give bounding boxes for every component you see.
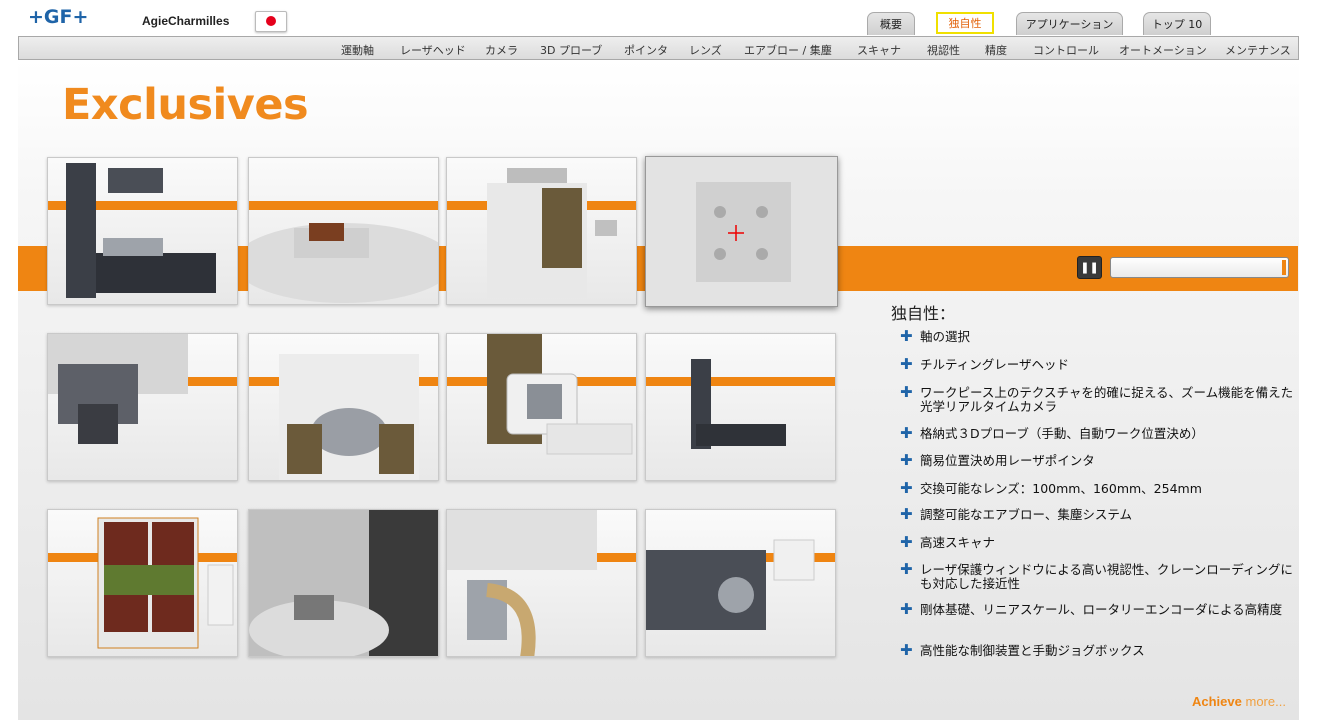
gf-logo[interactable]: +GF+ (28, 6, 88, 28)
plus-icon: ✚ (900, 327, 913, 345)
plus-icon: ✚ (900, 479, 913, 497)
nav-item-laser-head[interactable]: レーザヘッド (400, 42, 466, 58)
nav-item-maintenance[interactable]: メンテナンス (1225, 42, 1291, 58)
tab-exclusives[interactable]: 独自性 (936, 12, 994, 34)
plus-icon: ✚ (900, 505, 913, 523)
feature-item: ✚ 高速スキャナ (900, 533, 996, 551)
feature-item: ✚ 簡易位置決め用レーザポインタ (900, 451, 1095, 469)
feature-item: ✚ チルティングレーザヘッド (900, 355, 1070, 373)
pause-button[interactable]: ❚❚ (1077, 256, 1102, 279)
feature-item: ✚ 格納式３Dプローブ（手動、自動ワーク位置決め） (900, 424, 1204, 442)
nav-item-lens[interactable]: レンズ (689, 42, 722, 58)
nav-item-precision[interactable]: 精度 (985, 42, 1007, 58)
thumbnail-rotary-table-top[interactable] (645, 156, 838, 307)
plus-icon: ✚ (900, 560, 913, 578)
tab-overview[interactable]: 概要 (867, 12, 915, 35)
brand-name: AgieCharmilles (142, 14, 230, 28)
nav-item-air-blow[interactable]: エアブロー / 集塵 (744, 42, 832, 58)
japan-flag-icon[interactable] (255, 11, 287, 32)
plus-icon: ✚ (900, 383, 913, 401)
plus-icon: ✚ (900, 600, 913, 618)
nav-item-automation[interactable]: オートメーション (1119, 42, 1207, 58)
thumbnail-laser-head[interactable] (47, 333, 238, 481)
page-title: Exclusives (62, 80, 309, 130)
thumbnail-workpiece-table[interactable] (248, 157, 439, 305)
sub-navigation: 運動軸 レーザヘッド カメラ 3D プローブ ポインタ レンズ エアブロー / … (18, 36, 1299, 60)
nav-item-control[interactable]: コントロール (1033, 42, 1099, 58)
thumbnail-protective-window[interactable] (47, 509, 238, 657)
nav-item-scanner[interactable]: スキャナ (857, 42, 901, 58)
plus-icon: ✚ (900, 451, 913, 469)
feature-item: ✚ 高性能な制御装置と手動ジョグボックス (900, 641, 1145, 659)
thumbnail-machine-open[interactable] (248, 333, 439, 481)
plus-icon: ✚ (900, 641, 913, 659)
nav-item-3d-probe[interactable]: 3D プローブ (540, 42, 602, 58)
nav-item-visibility[interactable]: 視認性 (927, 42, 960, 58)
thumbnail-rotary-table-interior[interactable] (248, 509, 439, 657)
thumbnail-machine-cabin[interactable] (446, 157, 637, 305)
thumbnail-machine-axes[interactable] (47, 157, 238, 305)
achieve-more-link[interactable]: Achieve more... (1192, 694, 1286, 709)
plus-icon: ✚ (900, 355, 913, 373)
slideshow-progress-bar[interactable] (1110, 257, 1289, 278)
feature-item: ✚ 剛体基礎、リニアスケール、ロータリーエンコーダによる高精度 (900, 600, 1283, 618)
nav-item-camera[interactable]: カメラ (485, 42, 518, 58)
feature-item: ✚ レーザ保護ウィンドウによる高い視認性、クレーンローディングにも対応した接近性 (900, 560, 1293, 591)
feature-item: ✚ 交換可能なレンズ：100mm、160mm、254mm (900, 479, 1202, 497)
thumbnail-machine-base[interactable] (645, 333, 836, 481)
progress-knob (1282, 260, 1286, 275)
thumbnail-exhaust-hose[interactable] (446, 509, 637, 657)
feature-item: ✚ 調整可能なエアブロー、集塵システム (900, 505, 1133, 523)
tab-top10[interactable]: トップ 10 (1143, 12, 1211, 35)
top-bar: +GF+ AgieCharmilles 概要 独自性 アプリケーション トップ … (0, 0, 1317, 36)
thumbnail-control-panel[interactable] (446, 333, 637, 481)
nav-item-axes[interactable]: 運動軸 (341, 42, 374, 58)
thumbnail-head-components[interactable] (645, 509, 836, 657)
plus-icon: ✚ (900, 533, 913, 551)
features-heading: 独自性： (891, 304, 956, 323)
plus-icon: ✚ (900, 424, 913, 442)
tab-applications[interactable]: アプリケーション (1016, 12, 1123, 35)
feature-item: ✚ ワークピース上のテクスチャを的確に捉える、ズーム機能を備えた光学リアルタイムカ… (900, 383, 1294, 414)
feature-item: ✚ 軸の選択 (900, 327, 971, 345)
nav-item-pointer[interactable]: ポインタ (624, 42, 668, 58)
pause-icon: ❚❚ (1080, 261, 1099, 274)
